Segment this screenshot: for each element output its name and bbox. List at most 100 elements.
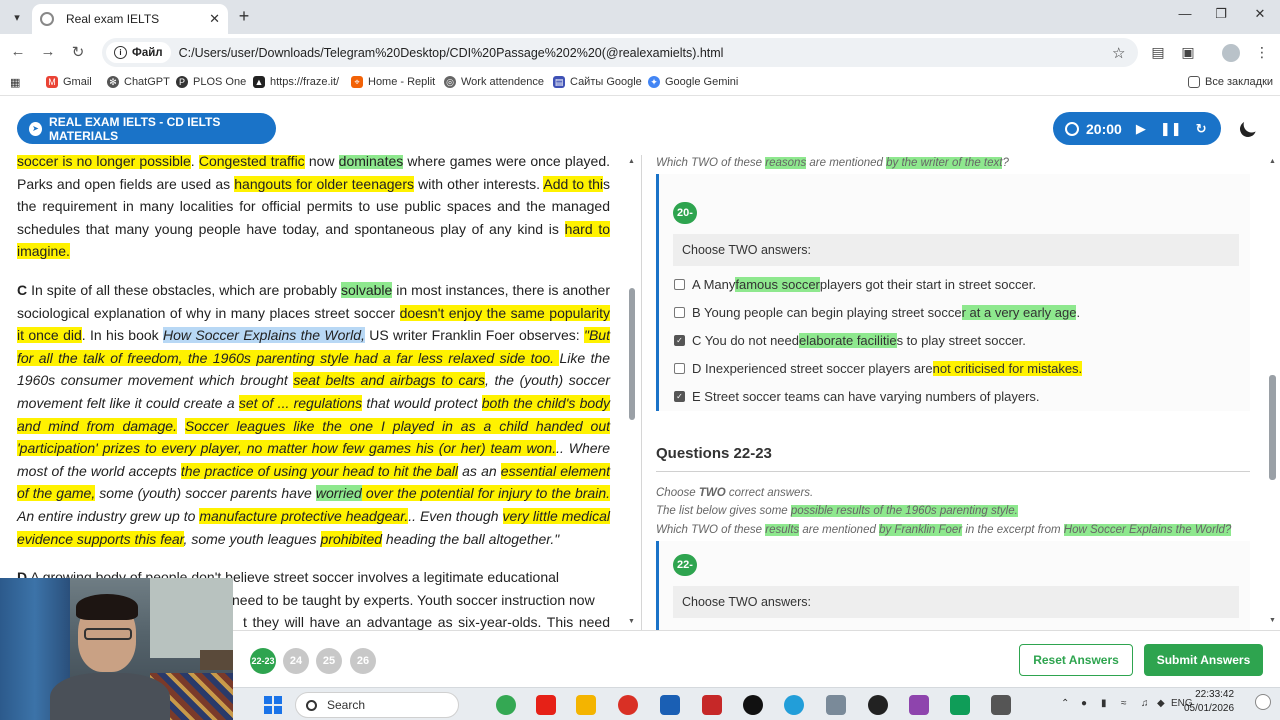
reload-icon[interactable]: ↻ [68,43,88,61]
folder-icon [1188,76,1200,88]
snipping-taskbar-icon[interactable] [991,695,1011,715]
windows-taskbar: Search ⌃ ● ▮ ≈ ♫ ◆ ENG [233,687,1280,720]
maximize-icon[interactable]: ❐ [1210,6,1232,22]
notification-icon[interactable] [1255,694,1271,710]
passage-scrollbar[interactable]: ▲ ▼ [628,158,636,630]
microphone-icon[interactable]: ● [1081,698,1087,709]
purple-app-taskbar-icon[interactable] [909,695,929,715]
tray-chevron-icon[interactable]: ⌃ [1061,698,1069,709]
x-taskbar-icon[interactable] [743,695,763,715]
url-input[interactable]: i Файл C:/Users/user/Downloads/Telegram%… [102,38,1138,67]
option-c[interactable]: ✓ C You do not need elaborate facilitie s… [674,332,1026,348]
bookmark-fraze[interactable]: ▲ https://fraze.it/ [253,76,339,88]
tab-favicon-icon [40,12,54,26]
pause-icon[interactable]: ❚❚ [1160,121,1182,137]
tab-close-icon[interactable]: ✕ [209,11,220,27]
taskbar-search-label: Search [327,698,366,712]
back-arrow-icon[interactable]: ← [8,43,28,60]
shield-icon[interactable]: ◆ [1157,698,1165,709]
taskbar-search-input[interactable]: Search [295,692,459,718]
site-info-chip[interactable]: i Файл [106,42,171,63]
question-number-badge-22[interactable]: 22- [673,554,697,576]
file-explorer-taskbar-icon[interactable] [576,695,596,715]
question-card-20: 20- Choose TWO answers: A Many famous so… [656,173,1250,411]
webcam-shelf [200,650,233,670]
webcam-person-body [50,673,170,720]
play-icon[interactable]: ▶ [1136,121,1146,137]
calculator-taskbar-icon[interactable] [826,695,846,715]
question-number-badge[interactable]: 20- [673,201,697,224]
checkbox-c-checked[interactable]: ✓ [674,334,685,346]
scroll-down-icon-right[interactable]: ▼ [1269,617,1276,624]
system-clock[interactable]: 22:33:42 05/01/2026 [1184,688,1234,716]
nav-dot-24[interactable]: 24 [283,648,309,674]
scroll-up-icon-right[interactable]: ▲ [1269,158,1276,165]
reset-answers-button[interactable]: Reset Answers [1019,644,1133,676]
clock-icon [1065,121,1079,136]
app-header: ➤ REAL EXAM IELTS - CD IELTS MATERIALS 2… [0,97,1280,155]
bookmarks-bar: ▦ M Gmail ✻ ChatGPT P PLOS One ▲ https://fra… [0,71,1280,96]
bookmark-star-icon[interactable]: ☆ [1112,44,1138,62]
minimize-icon[interactable]: — [1174,6,1196,21]
option-b[interactable]: B Young people can begin playing street … [674,304,1080,320]
brand-telegram-button[interactable]: ➤ REAL EXAM IELTS - CD IELTS MATERIALS [17,113,276,144]
option-d[interactable]: D Inexperienced street soccer players ar… [674,360,1083,376]
nav-dot-25[interactable]: 25 [316,648,342,674]
browser-menu-icon[interactable]: ⋮ [1253,44,1271,62]
apps-grid-icon[interactable]: ▦ [10,76,20,89]
q22-instruction-3: Which TWO of these results are mentioned… [656,523,1232,536]
fraze-icon: ▲ [253,76,265,88]
option-a[interactable]: A Many famous soccer players got their s… [674,276,1036,292]
checkbox-b[interactable] [674,306,685,318]
gmail-icon: M [46,76,58,88]
questions-scrollbar[interactable]: ▲ ▼ [1268,158,1277,628]
media-icon[interactable]: ▤ [1149,44,1167,62]
bookmark-google-gemini[interactable]: ✦ Google Gemini [648,76,738,88]
forward-arrow-icon[interactable]: → [38,43,58,60]
passage-scroll-thumb[interactable] [629,288,635,420]
scroll-up-icon[interactable]: ▲ [628,158,635,165]
all-bookmarks[interactable]: Все закладки [1188,76,1273,88]
youtube-taskbar-icon[interactable] [536,695,556,715]
wifi-icon[interactable]: ≈ [1121,698,1127,709]
profile-avatar[interactable] [1222,44,1240,62]
questions-scroll-thumb[interactable] [1269,375,1276,480]
google-sites-icon: ▤ [553,76,565,88]
restart-icon[interactable]: ↻ [1196,121,1207,137]
submit-answers-button[interactable]: Submit Answers [1144,644,1263,676]
volume-icon[interactable]: ♫ [1141,698,1149,709]
extensions-icon[interactable]: ▣ [1179,44,1197,62]
wps-taskbar-icon[interactable] [702,695,722,715]
bookmark-work-attendence[interactable]: ◎ Work attendence [444,76,544,88]
windows-start-icon[interactable] [264,696,282,714]
pane-divider[interactable] [641,155,642,630]
checkbox-d[interactable] [674,362,685,374]
scroll-down-icon[interactable]: ▼ [628,618,635,625]
option-e[interactable]: ✓ E Street soccer teams can have varying… [674,389,1040,404]
bookmark-plos-one[interactable]: P PLOS One [176,76,246,88]
checkbox-e-checked[interactable]: ✓ [674,390,685,402]
drive-taskbar-icon[interactable] [950,695,970,715]
bookmark-chatgpt[interactable]: ✻ ChatGPT [107,76,170,88]
paragraph-b-end: soccer is no longer possible. Congested … [17,155,610,260]
new-tab-icon[interactable]: + [234,6,254,27]
address-bar-row: ← → ↻ i Файл C:/Users/user/Downloads/Tel… [0,34,1280,71]
red-app-taskbar-icon[interactable] [618,695,638,715]
telegram-taskbar-icon[interactable] [784,695,804,715]
media-taskbar-icon[interactable] [868,695,888,715]
window-close-icon[interactable]: ✕ [1249,6,1271,22]
stripes-app-taskbar-icon[interactable] [660,695,680,715]
checkbox-a[interactable] [674,278,685,290]
gemini-icon: ✦ [648,76,660,88]
nav-dot-26[interactable]: 26 [350,648,376,674]
battery-icon[interactable]: ▮ [1101,698,1107,709]
chatgpt-icon: ✻ [107,76,119,88]
tab-search-icon[interactable]: ▾ [6,6,28,28]
chrome-taskbar-icon[interactable] [496,695,516,715]
bookmark-replit[interactable]: ⌖ Home - Replit [351,76,435,88]
timer-value: 20:00 [1086,120,1122,137]
bookmark-google-sites[interactable]: ▤ Сайты Google [553,76,642,88]
nav-dot-22-23[interactable]: 22-23 [250,648,276,674]
bookmark-gmail[interactable]: M Gmail [46,76,92,88]
browser-tab[interactable]: Real exam IELTS ✕ [32,4,228,34]
